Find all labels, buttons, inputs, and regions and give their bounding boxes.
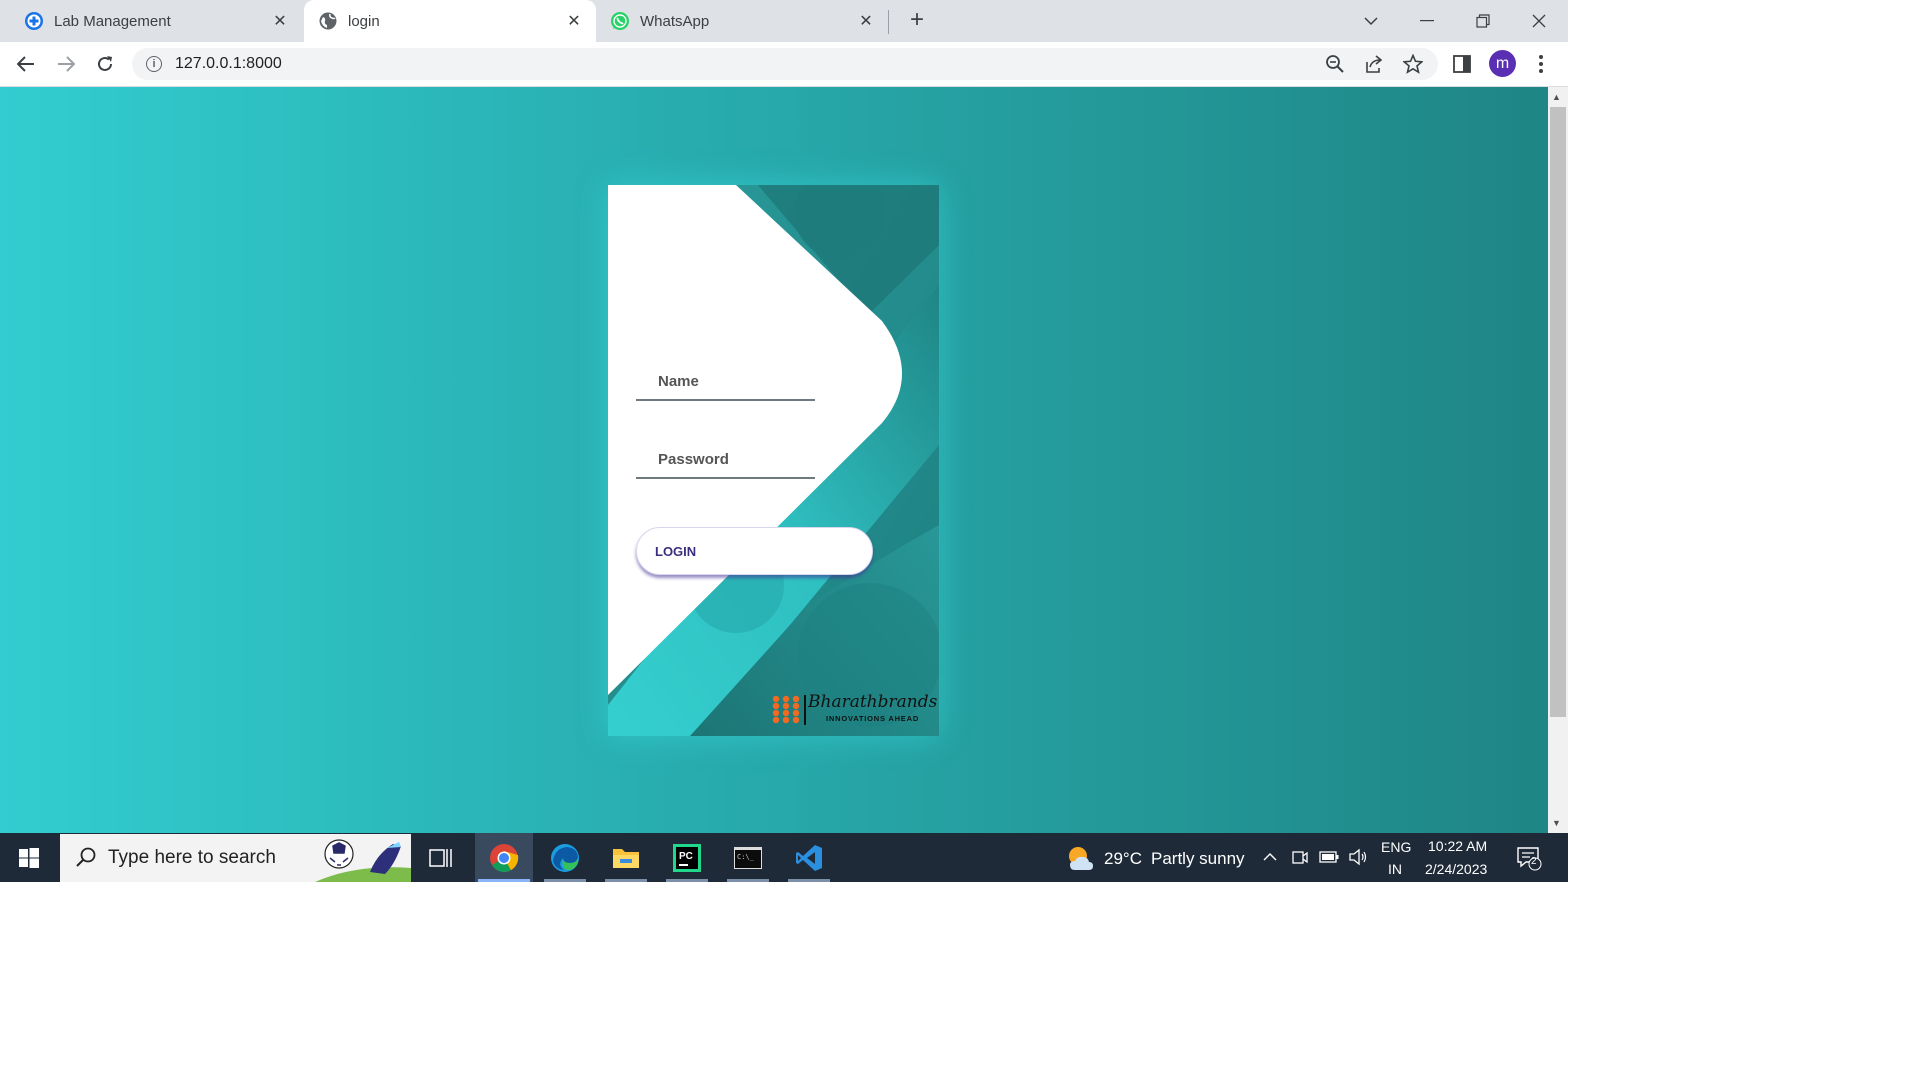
search-placeholder: Type here to search [108, 847, 276, 868]
brand-logo: Bharathbrands INNOVATIONS AHEAD [771, 692, 938, 726]
name-placeholder: Name [658, 373, 699, 390]
running-indicator [666, 879, 708, 882]
notifications-icon[interactable]: 2 [1516, 845, 1542, 871]
name-field[interactable]: Name [636, 361, 815, 401]
svg-text:C:\_: C:\_ [737, 853, 755, 861]
brand-divider [804, 695, 806, 725]
scroll-down-icon[interactable]: ▼ [1552, 818, 1561, 828]
browser-toolbar: i 127.0.0.1:8000 [0, 42, 1568, 87]
running-indicator [605, 879, 647, 882]
clock-date[interactable]: 2/24/2023 [1425, 861, 1487, 877]
tab-title: login [348, 12, 380, 30]
tab-title: Lab Management [54, 12, 171, 30]
bookmark-star-icon[interactable] [1401, 52, 1425, 76]
password-placeholder: Password [658, 451, 729, 468]
brand-dots-icon [772, 695, 800, 724]
weather-icon[interactable] [1066, 844, 1096, 874]
tab-close-icon[interactable]: ✕ [856, 11, 876, 31]
edge-taskbar-icon[interactable] [536, 833, 594, 882]
tab-whatsapp[interactable]: WhatsApp ✕ [596, 0, 888, 42]
restore-icon[interactable] [1468, 6, 1498, 36]
url-text: 127.0.0.1:8000 [175, 55, 282, 72]
login-button[interactable]: LOGIN [636, 527, 873, 575]
login-button-label: LOGIN [655, 543, 697, 559]
tab-close-icon[interactable]: ✕ [270, 11, 290, 31]
tab-close-icon[interactable]: ✕ [564, 11, 584, 31]
chrome-taskbar-icon[interactable] [475, 833, 533, 882]
windows-taskbar: Type here to search PC C:\_ 29°C Partly … [0, 833, 1568, 882]
password-field[interactable]: Password [636, 439, 815, 479]
login-card: Name Password LOGIN Bharathbrands INNOVA… [608, 185, 939, 736]
windows-start-icon[interactable] [0, 833, 58, 882]
close-window-icon[interactable] [1524, 6, 1554, 36]
address-bar[interactable]: i 127.0.0.1:8000 [132, 48, 1438, 80]
globe-icon [318, 11, 338, 31]
share-icon[interactable] [1362, 52, 1386, 76]
tab-lab-management[interactable]: Lab Management ✕ [0, 0, 302, 42]
back-icon[interactable] [12, 50, 40, 78]
language-bottom[interactable]: IN [1388, 861, 1402, 877]
zoom-icon[interactable] [1323, 52, 1347, 76]
brand-name: Bharathbrands [808, 692, 938, 712]
chevron-up-icon[interactable] [1260, 847, 1280, 867]
weather-temp[interactable]: 29°C [1104, 849, 1142, 869]
plus-circle-icon [24, 11, 44, 31]
scrollbar-thumb[interactable] [1550, 107, 1566, 717]
site-info-icon[interactable]: i [146, 56, 162, 72]
meet-icon[interactable] [1290, 847, 1310, 867]
weather-text[interactable]: Partly sunny [1151, 849, 1245, 869]
notification-count: 2 [1531, 856, 1537, 867]
task-view-icon[interactable] [412, 833, 470, 882]
reload-icon[interactable] [91, 50, 119, 78]
profile-avatar[interactable]: m [1489, 50, 1516, 77]
tab-strip: Lab Management ✕ login ✕ WhatsApp ✕ + [0, 0, 1568, 42]
search-highlight-image [315, 839, 411, 882]
running-indicator [727, 879, 769, 882]
scroll-up-icon[interactable]: ▲ [1552, 92, 1561, 102]
terminal-taskbar-icon[interactable]: C:\_ [719, 833, 777, 882]
taskbar-search-box[interactable]: Type here to search [60, 834, 411, 882]
tab-separator [888, 10, 889, 34]
clock-time[interactable]: 10:22 AM [1428, 838, 1487, 854]
vertical-scrollbar[interactable]: ▲ ▼ [1548, 87, 1568, 833]
forward-icon[interactable] [52, 50, 80, 78]
new-tab-icon[interactable]: + [904, 8, 930, 34]
volume-icon[interactable] [1348, 847, 1368, 867]
active-indicator [478, 879, 530, 882]
running-indicator [544, 879, 586, 882]
brand-tagline: INNOVATIONS AHEAD [826, 714, 920, 723]
whatsapp-icon [610, 11, 630, 31]
side-panel-icon[interactable] [1450, 52, 1474, 76]
tab-title: WhatsApp [640, 12, 710, 30]
language-top[interactable]: ENG [1381, 839, 1411, 855]
tab-login[interactable]: login ✕ [304, 0, 596, 42]
pycharm-taskbar-icon[interactable]: PC [658, 833, 716, 882]
battery-icon[interactable] [1319, 847, 1339, 867]
minimize-icon[interactable] [1412, 6, 1442, 36]
menu-dots-icon[interactable] [1529, 52, 1553, 76]
file-explorer-taskbar-icon[interactable] [597, 833, 655, 882]
svg-text:PC: PC [679, 851, 693, 862]
vscode-taskbar-icon[interactable] [780, 833, 838, 882]
search-icon [76, 847, 96, 867]
page-viewport: Name Password LOGIN Bharathbrands INNOVA… [0, 87, 1548, 833]
running-indicator [788, 879, 830, 882]
tab-search-icon[interactable] [1356, 6, 1386, 36]
